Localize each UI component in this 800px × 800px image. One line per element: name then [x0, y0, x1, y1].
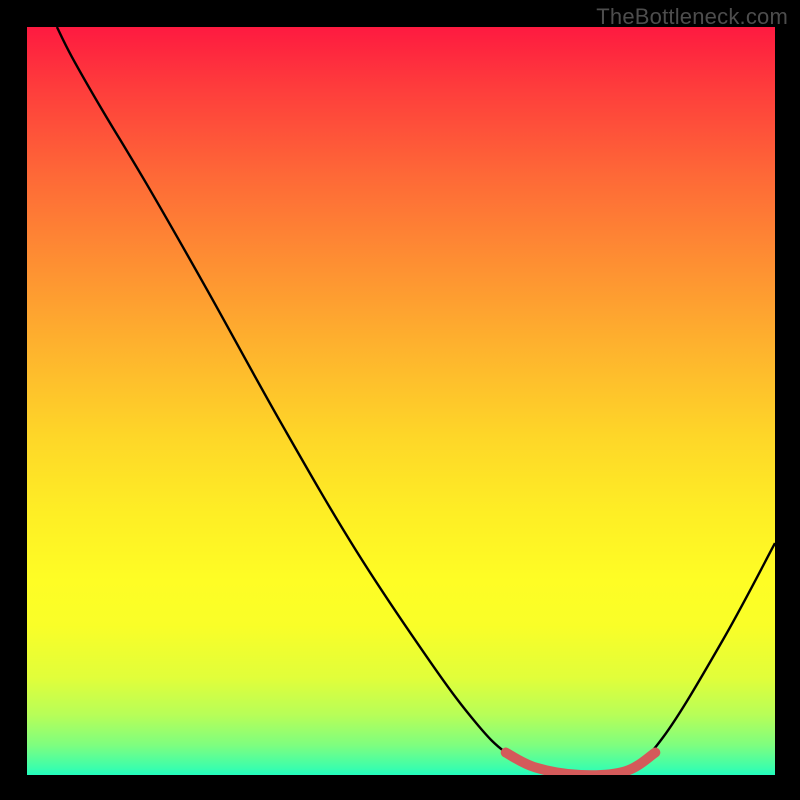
sweet-spot-path	[506, 753, 656, 775]
chart-container: TheBottleneck.com	[0, 0, 800, 800]
attribution-text: TheBottleneck.com	[596, 4, 788, 30]
plot-area	[27, 27, 775, 775]
curve-svg	[27, 27, 775, 775]
bottleneck-curve-path	[57, 27, 775, 775]
